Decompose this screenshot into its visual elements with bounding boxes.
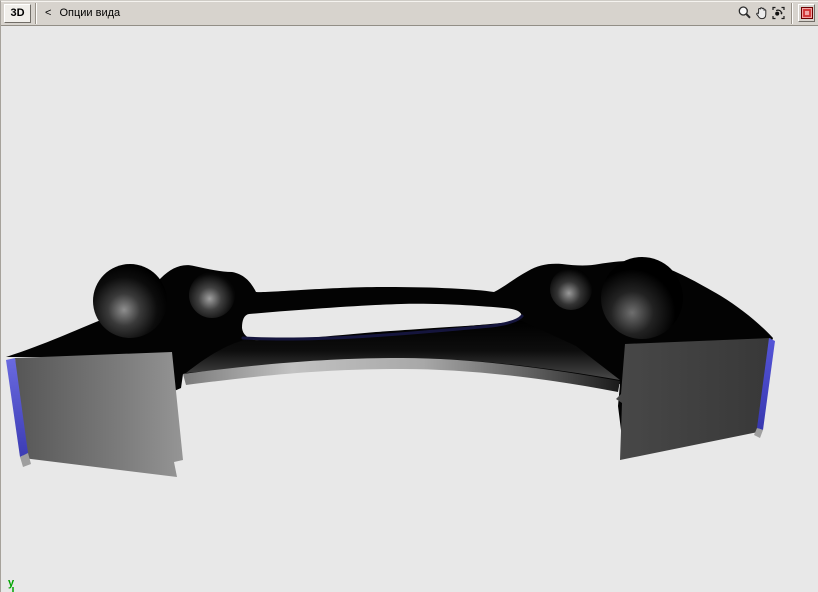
viewport-3d[interactable]: x y z bbox=[1, 26, 818, 592]
view-options-window: 3D < Опции вида y bbox=[0, 0, 818, 592]
rotate-view-icon[interactable] bbox=[770, 5, 786, 22]
shade-color-icon[interactable] bbox=[798, 4, 815, 22]
pan-hand-icon-glyph bbox=[755, 7, 766, 20]
zoom-icon[interactable] bbox=[736, 5, 752, 22]
shade-color-icon-glyph bbox=[800, 7, 813, 19]
zoom-icon-glyph bbox=[738, 6, 751, 19]
model-sphere-right-small bbox=[550, 268, 592, 310]
scene-svg: x y z bbox=[6, 257, 775, 592]
model-sphere-left-small bbox=[189, 272, 235, 318]
toolbar-icon-group bbox=[736, 2, 815, 24]
pan-hand-icon[interactable] bbox=[753, 5, 769, 22]
y-axis-label: y bbox=[8, 577, 15, 589]
model-sphere-left-large bbox=[93, 264, 167, 338]
view-toolbar: 3D < Опции вида bbox=[1, 1, 818, 26]
model-left-panel-face bbox=[15, 352, 183, 477]
toolbar-title: Опции вида bbox=[59, 7, 121, 19]
model-sphere-right-large bbox=[601, 257, 683, 339]
mode-3d-button[interactable]: 3D bbox=[4, 3, 31, 23]
toolbar-separator bbox=[791, 2, 793, 24]
axes-indicator: x y z bbox=[8, 577, 15, 592]
toolbar-separator bbox=[35, 2, 37, 24]
rotate-view-icon-glyph bbox=[771, 6, 785, 20]
model-right-panel-face bbox=[616, 338, 771, 460]
collapse-chevron-icon[interactable]: < bbox=[45, 7, 51, 19]
